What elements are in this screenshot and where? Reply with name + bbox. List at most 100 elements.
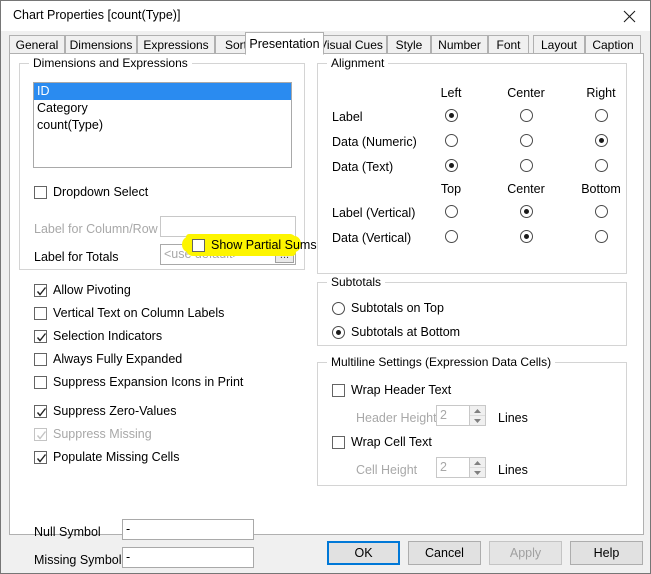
option-suppress-expansion-icons-in-print[interactable]: Suppress Expansion Icons in Print (34, 375, 243, 389)
alignment-vheader-center: Center (507, 182, 545, 196)
tab-strip: General Dimensions Expressions Sort Presenta… (9, 32, 644, 55)
option-selection-indicators[interactable]: Selection Indicators (34, 329, 162, 343)
cell-height-spin-buttons[interactable] (469, 457, 486, 478)
alignment-vradio-data-(vertical)-top[interactable] (445, 230, 458, 243)
cell-height-label: Cell Height (356, 463, 418, 477)
close-icon[interactable] (606, 1, 650, 31)
spin-down-icon[interactable] (470, 416, 485, 425)
show-partial-sums-checkbox[interactable]: Show Partial Sums (192, 238, 317, 252)
alignment-group: Alignment Left Center Right Label Data (Num… (317, 56, 627, 274)
list-item[interactable]: ID (34, 83, 291, 100)
button-label: Cancel (425, 546, 464, 560)
dropdown-select-checkbox[interactable]: Dropdown Select (34, 185, 148, 199)
dimensions-group-label: Dimensions and Expressions (29, 56, 192, 70)
dialog-button-bar: OK Cancel Apply Help (1, 533, 650, 573)
label-for-totals-label: Label for Totals (34, 250, 119, 264)
option-always-fully-expanded[interactable]: Always Fully Expanded (34, 352, 182, 366)
tab-label: Visual Cues (319, 38, 383, 52)
tab-layout[interactable]: Layout (533, 35, 585, 54)
presentation-tab-page: Dimensions and Expressions ID Category cou… (9, 53, 644, 568)
list-item[interactable]: count(Type) (34, 117, 291, 134)
tab-dimensions[interactable]: Dimensions (65, 35, 137, 54)
multiline-settings-group: Multiline Settings (Expression Data Cell… (317, 355, 627, 486)
cell-height-unit: Lines (498, 463, 528, 477)
alignment-radio-data-numeric--left[interactable] (445, 134, 458, 147)
option-suppress-zero-values[interactable]: Suppress Zero-Values (34, 404, 176, 418)
wrap-cell-text-checkbox[interactable]: Wrap Cell Text (332, 435, 432, 449)
option-vertical-text-on-column-labels[interactable]: Vertical Text on Column Labels (34, 306, 224, 320)
header-height-value[interactable]: 2 (436, 405, 469, 426)
window-title: Chart Properties [count(Type)] (13, 8, 181, 22)
alignment-radio-label-center[interactable] (520, 109, 533, 122)
alignment-vradio-label-(vertical)-center[interactable] (520, 205, 533, 218)
tab-caption[interactable]: Caption (585, 35, 641, 54)
button-label: OK (354, 546, 373, 560)
alignment-radio-data-text--right[interactable] (595, 159, 608, 172)
title-bar: Chart Properties [count(Type)] (1, 1, 650, 31)
alignment-vradio-data-(vertical)-bottom[interactable] (595, 230, 608, 243)
tab-label: General (15, 38, 59, 52)
option-populate-missing-cells[interactable]: Populate Missing Cells (34, 450, 179, 464)
spin-up-icon[interactable] (470, 458, 485, 468)
ok-button[interactable]: OK (327, 541, 400, 565)
wrap-header-text-label: Wrap Header Text (351, 383, 452, 397)
dimensions-listbox[interactable]: ID Category count(Type) (33, 82, 292, 168)
option-label: Suppress Expansion Icons in Print (53, 375, 244, 389)
checkbox-box (34, 329, 47, 343)
wrap-header-text-checkbox[interactable]: Wrap Header Text (332, 383, 451, 397)
tab-general[interactable]: General (9, 35, 65, 54)
alignment-radio-label-left[interactable] (445, 109, 458, 122)
alignment-header-right: Right (586, 86, 616, 100)
header-height-stepper[interactable]: 2 (436, 405, 486, 426)
alignment-radio-data-numeric--right[interactable] (595, 134, 608, 147)
checkbox-box (332, 435, 345, 449)
wrap-cell-text-label: Wrap Cell Text (351, 435, 432, 449)
option-label: Suppress Missing (53, 427, 152, 441)
spin-up-icon[interactable] (470, 406, 485, 416)
alignment-vrow-label: Label (Vertical) (332, 206, 416, 220)
alignment-group-label: Alignment (327, 56, 389, 70)
alignment-vheader-bottom: Bottom (581, 182, 621, 196)
tab-style[interactable]: Style (387, 35, 431, 54)
checkbox-box (34, 450, 47, 464)
tab-number[interactable]: Number (431, 35, 488, 54)
list-item-label: ID (37, 84, 50, 98)
alignment-radio-data-text--left[interactable] (445, 159, 458, 172)
spin-down-icon[interactable] (470, 468, 485, 477)
option-label: Allow Pivoting (53, 283, 131, 297)
cell-height-value[interactable]: 2 (436, 457, 469, 478)
apply-button: Apply (489, 541, 562, 565)
list-item[interactable]: Category (34, 100, 291, 117)
tab-label: Sort (224, 38, 247, 52)
tab-presentation[interactable]: Presentation (245, 32, 324, 55)
option-label: Vertical Text on Column Labels (53, 306, 225, 320)
tab-label: Number (438, 38, 481, 52)
alignment-vradio-label-(vertical)-bottom[interactable] (595, 205, 608, 218)
tab-label: Expressions (143, 38, 209, 52)
cancel-button[interactable]: Cancel (408, 541, 481, 565)
tab-visual-cues[interactable]: Visual Cues (315, 35, 387, 54)
option-label: Populate Missing Cells (53, 450, 180, 464)
tab-font[interactable]: Font (488, 35, 529, 54)
alignment-vheader-top: Top (440, 182, 462, 196)
alignment-header-center: Center (507, 86, 545, 100)
header-height-spin-buttons[interactable] (469, 405, 486, 426)
cell-height-stepper[interactable]: 2 (436, 457, 486, 478)
help-button[interactable]: Help (570, 541, 643, 565)
subtotals-radio-subtotals-on-top[interactable]: Subtotals on Top (332, 301, 444, 315)
alignment-vradio-data-(vertical)-center[interactable] (520, 230, 533, 243)
checkbox-box (34, 283, 47, 297)
alignment-row-label: Data (Numeric) (332, 135, 417, 149)
multiline-group-label: Multiline Settings (Expression Data Cell… (327, 355, 556, 369)
subtotals-group-label: Subtotals (327, 275, 386, 289)
checkbox-box (34, 375, 47, 389)
tab-label: Layout (540, 38, 578, 52)
tab-expressions[interactable]: Expressions (137, 35, 215, 54)
subtotals-radio-subtotals-at-bottom[interactable]: Subtotals at Bottom (332, 325, 460, 339)
tab-label: Dimensions (69, 38, 133, 52)
alignment-radio-data-text--center[interactable] (520, 159, 533, 172)
alignment-vradio-label-(vertical)-top[interactable] (445, 205, 458, 218)
alignment-radio-label-right[interactable] (595, 109, 608, 122)
alignment-radio-data-numeric--center[interactable] (520, 134, 533, 147)
option-allow-pivoting[interactable]: Allow Pivoting (34, 283, 131, 297)
